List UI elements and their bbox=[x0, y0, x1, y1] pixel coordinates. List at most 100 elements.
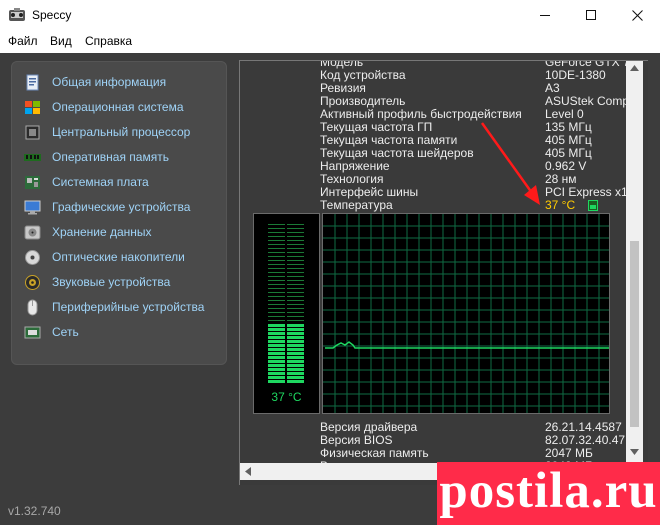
close-button[interactable] bbox=[614, 0, 660, 31]
sidebar-item-optical[interactable]: Оптические накопители bbox=[24, 247, 185, 267]
gauge-segment bbox=[287, 364, 304, 367]
window-title: Speccy bbox=[32, 8, 72, 22]
sidebar-item-graphics[interactable]: Графические устройства bbox=[24, 197, 190, 217]
annotation-arrow bbox=[480, 122, 540, 205]
sidebar-item-storage[interactable]: Хранение данных bbox=[24, 222, 152, 242]
gauge-segment bbox=[287, 244, 304, 245]
minimize-button[interactable] bbox=[522, 0, 568, 31]
network-icon bbox=[24, 326, 41, 338]
sidebar-item-peripherals[interactable]: Периферийные устройства bbox=[24, 297, 204, 317]
vertical-scroll-thumb[interactable] bbox=[630, 241, 639, 427]
gauge-segment bbox=[268, 320, 285, 321]
sidebar-item-label: Системная плата bbox=[52, 175, 149, 189]
gauge-segment bbox=[268, 268, 285, 269]
gauge-segment bbox=[287, 308, 304, 309]
gauge-segment bbox=[287, 252, 304, 253]
sidebar-item-label: Общая информация bbox=[52, 75, 167, 89]
gauge-segment bbox=[287, 292, 304, 293]
sidebar-item-motherboard[interactable]: Системная плата bbox=[24, 172, 149, 192]
gauge-segment bbox=[268, 300, 285, 301]
gauge-segment bbox=[287, 376, 304, 379]
gauge-segment bbox=[268, 336, 285, 339]
windows-icon bbox=[25, 100, 40, 114]
version-label: v1.32.740 bbox=[8, 504, 61, 518]
menu-help[interactable]: Справка bbox=[85, 34, 132, 48]
gauge-segment bbox=[268, 380, 285, 383]
sidebar-item-label: Операционная система bbox=[52, 100, 184, 114]
gauge-segment bbox=[268, 364, 285, 367]
sidebar-item-label: Центральный процессор bbox=[52, 125, 191, 139]
mouse-icon bbox=[27, 299, 38, 315]
gauge-segment bbox=[268, 316, 285, 317]
gauge-segment bbox=[287, 276, 304, 277]
gauge-segment bbox=[287, 348, 304, 351]
gauge-segment bbox=[287, 344, 304, 347]
gauge-label: 37 °C bbox=[271, 390, 302, 404]
gauge-segment bbox=[287, 248, 304, 249]
gauge-segment bbox=[268, 284, 285, 285]
gauge-segment bbox=[287, 280, 304, 281]
sidebar-item-ram[interactable]: Оперативная память bbox=[24, 147, 169, 167]
gauge-segment bbox=[268, 224, 285, 225]
gauge-segment bbox=[268, 236, 285, 237]
gauge-segment bbox=[287, 352, 304, 355]
gauge-segment bbox=[287, 264, 304, 265]
gauge-segment bbox=[287, 304, 304, 305]
gauge-segment bbox=[268, 332, 285, 335]
property-name: Температура bbox=[320, 198, 393, 212]
scroll-up-icon[interactable] bbox=[630, 65, 639, 71]
sidebar-item-audio[interactable]: Звуковые устройства bbox=[24, 272, 170, 292]
gauge-segment bbox=[268, 360, 285, 363]
gauge-segment bbox=[268, 352, 285, 355]
gauge-segment bbox=[268, 304, 285, 305]
gauge-segment bbox=[268, 252, 285, 253]
gauge-bars bbox=[268, 224, 304, 383]
gauge-segment bbox=[268, 240, 285, 241]
temperature-gauge: 37 °C bbox=[253, 213, 320, 414]
sidebar-item-label: Периферийные устройства bbox=[52, 300, 205, 314]
gauge-segment bbox=[287, 300, 304, 301]
maximize-button[interactable] bbox=[568, 0, 614, 31]
sidebar-item-label: Звуковые устройства bbox=[52, 275, 171, 289]
gauge-segment bbox=[268, 248, 285, 249]
maximize-icon bbox=[585, 10, 596, 20]
sidebar-item-network[interactable]: Сеть bbox=[24, 322, 79, 342]
sidebar-item-cpu[interactable]: Центральный процессор bbox=[24, 122, 190, 142]
gauge-segment bbox=[287, 340, 304, 343]
sidebar: Общая информация Операционная система Це… bbox=[11, 61, 227, 365]
gauge-segment bbox=[287, 228, 304, 229]
gauge-segment bbox=[268, 280, 285, 281]
gauge-segment bbox=[287, 272, 304, 273]
gauge-segment bbox=[287, 312, 304, 313]
gauge-segment bbox=[287, 240, 304, 241]
gauge-segment bbox=[268, 256, 285, 257]
menu-view[interactable]: Вид bbox=[50, 34, 72, 48]
sidebar-item-summary[interactable]: Общая информация bbox=[24, 72, 166, 92]
gauge-segment bbox=[287, 268, 304, 269]
scroll-left-icon[interactable] bbox=[245, 467, 251, 476]
gauge-segment bbox=[287, 360, 304, 363]
gauge-segment bbox=[287, 224, 304, 225]
gauge-segment bbox=[268, 376, 285, 379]
title-bar: Speccy bbox=[0, 0, 660, 31]
gauge-segment bbox=[287, 320, 304, 321]
sidebar-item-label: Сеть bbox=[52, 325, 79, 339]
sidebar-item-os[interactable]: Операционная система bbox=[24, 97, 184, 117]
optical-disc-icon bbox=[25, 249, 40, 265]
sidebar-item-label: Графические устройства bbox=[52, 200, 191, 214]
gauge-segment bbox=[268, 292, 285, 293]
monitor-icon bbox=[24, 200, 41, 214]
speaker-icon bbox=[25, 274, 40, 290]
main-area: Общая информация Операционная система Це… bbox=[0, 53, 660, 525]
menu-file[interactable]: Файл bbox=[8, 34, 38, 48]
gauge-segment bbox=[268, 296, 285, 297]
sidebar-item-label: Хранение данных bbox=[52, 225, 152, 239]
cpu-icon bbox=[25, 125, 40, 139]
gauge-segment bbox=[268, 368, 285, 371]
gauge-segment bbox=[287, 356, 304, 359]
gauge-segment bbox=[287, 232, 304, 233]
scroll-down-icon[interactable] bbox=[630, 449, 639, 455]
sidebar-item-label: Оптические накопители bbox=[52, 250, 185, 264]
gauge-segment bbox=[287, 284, 304, 285]
gauge-segment bbox=[287, 328, 304, 331]
